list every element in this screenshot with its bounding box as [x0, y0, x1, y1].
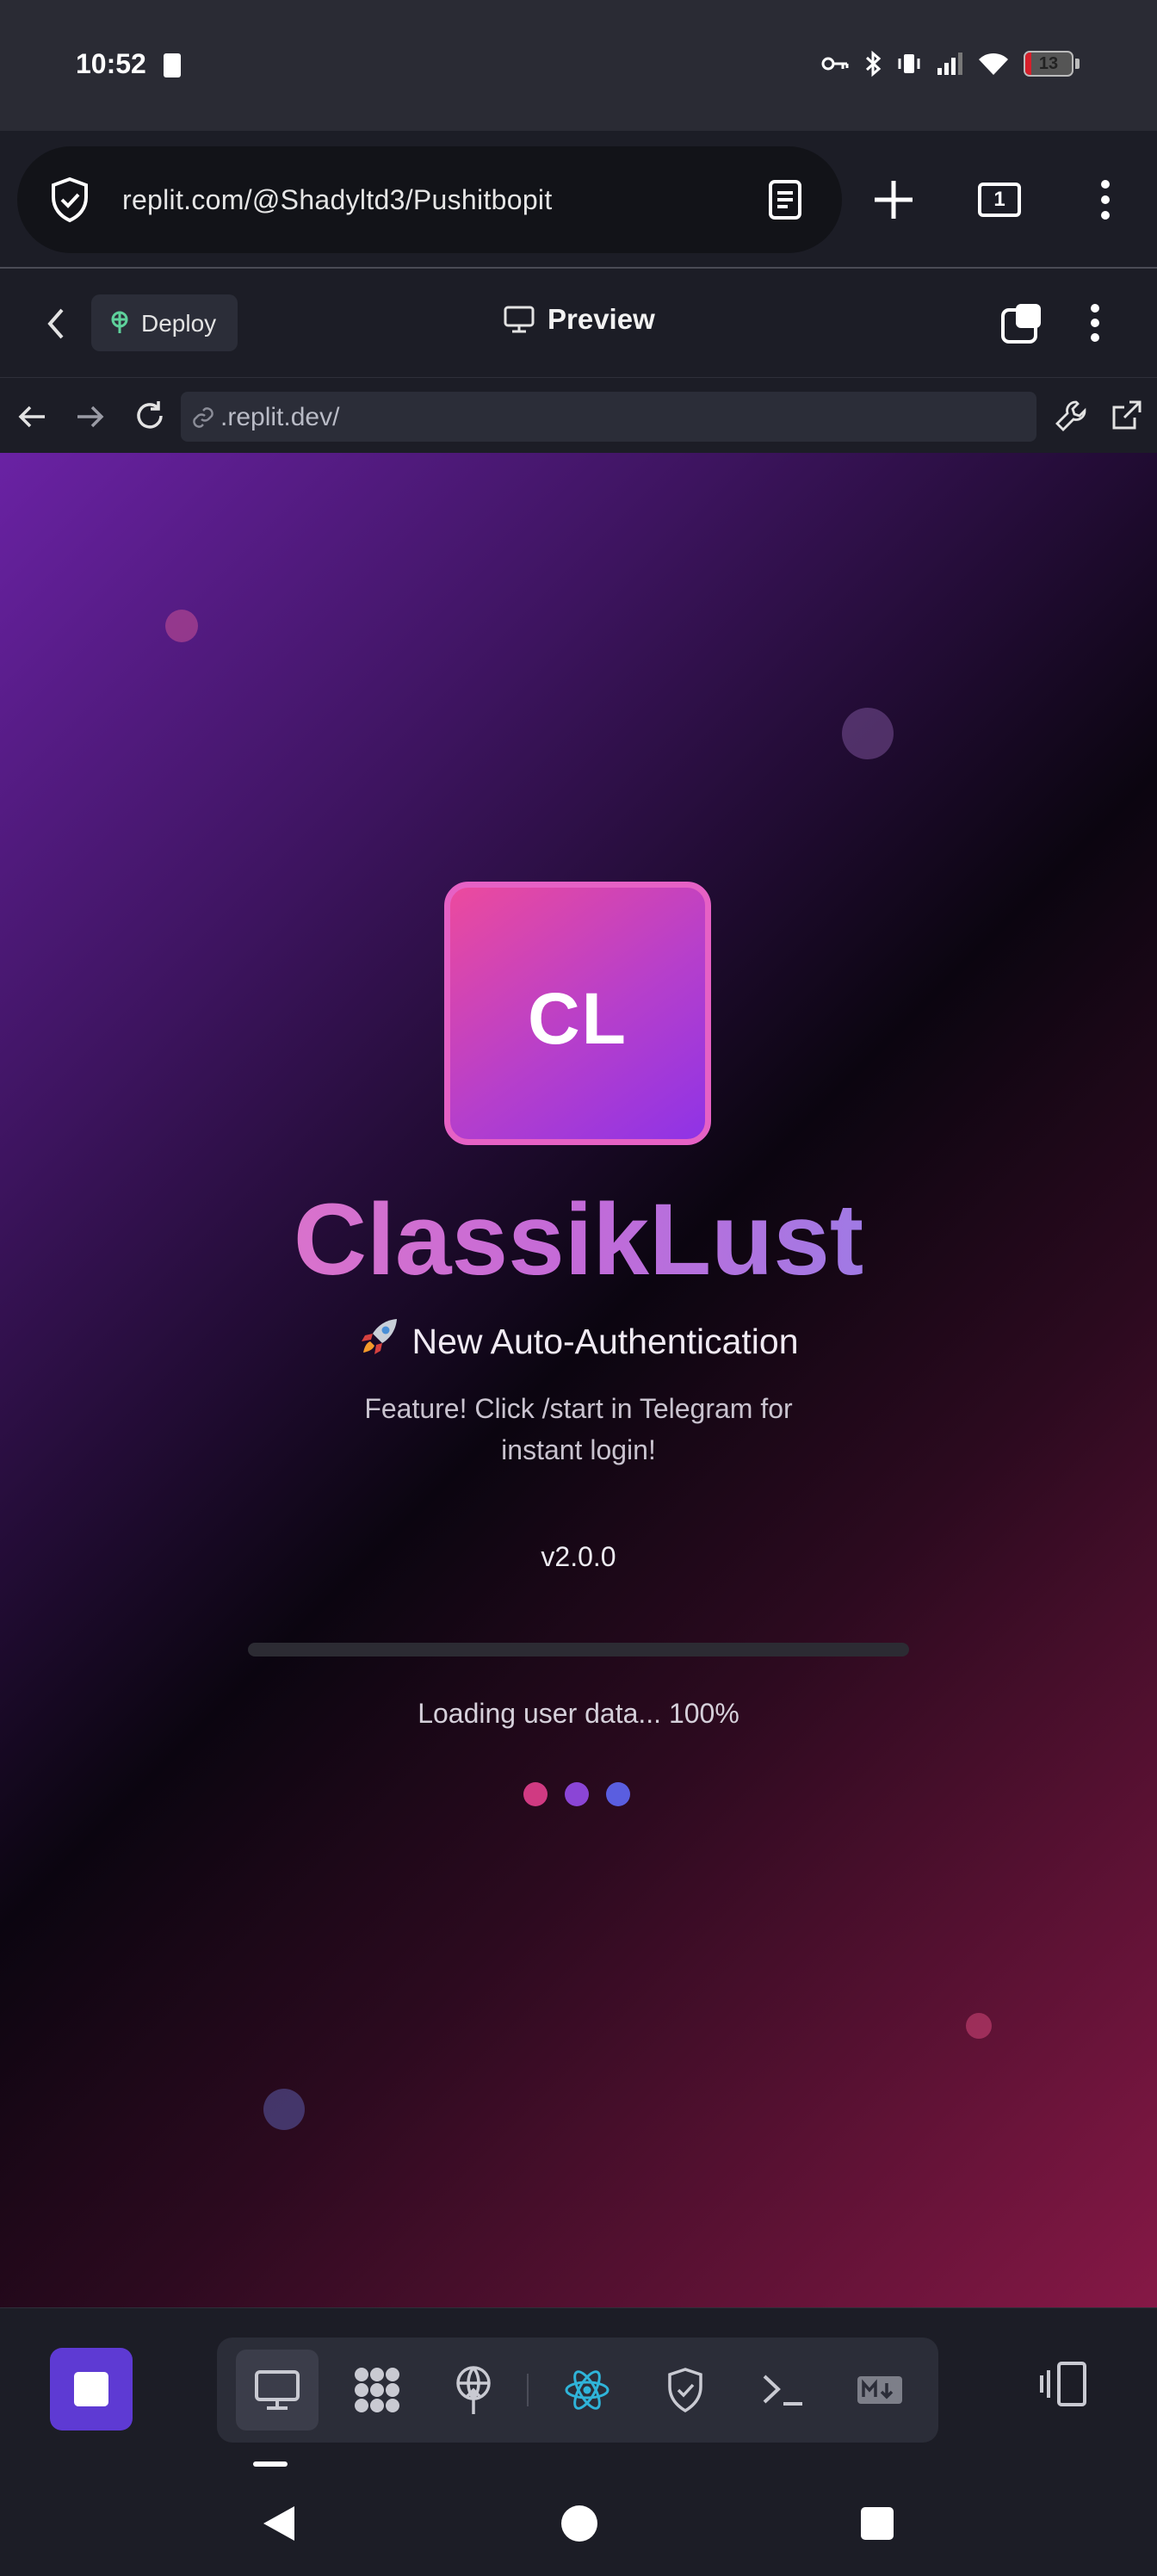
replit-header: Deploy Preview: [0, 269, 1157, 377]
decorative-dot: [966, 2013, 992, 2039]
reload-icon[interactable]: [133, 399, 167, 433]
wifi-icon: [979, 53, 1008, 75]
preview-icon: [255, 2370, 300, 2410]
tool-workflows[interactable]: [336, 2350, 418, 2430]
stop-icon: [74, 2372, 108, 2406]
preview-title: Preview: [503, 303, 655, 336]
app-preview: CL ClassikLust New Auto-Authentication F…: [0, 453, 1157, 2307]
preview-back-icon[interactable]: [17, 404, 46, 430]
open-in-new-tab-icon[interactable]: [1109, 399, 1143, 433]
browser-url[interactable]: replit.com/@Shadyltd3/Pushitbopit: [122, 184, 553, 216]
feature-heading-row: New Auto-Authentication: [0, 1316, 1157, 1362]
nav-back-icon[interactable]: [260, 2504, 298, 2543]
tool-react[interactable]: [546, 2350, 628, 2430]
battery-level: 13: [1038, 54, 1059, 73]
monitor-icon: [504, 306, 535, 333]
shield-check-icon[interactable]: [48, 176, 91, 224]
loading-dot: [523, 1782, 548, 1806]
feature-description: Feature! Click /start in Telegram for in…: [364, 1393, 793, 1465]
preview-url-text[interactable]: .replit.dev/: [220, 403, 339, 432]
loading-dot: [565, 1782, 589, 1806]
loading-dot: [606, 1782, 630, 1806]
decorative-dot: [263, 2089, 305, 2130]
tool-secrets[interactable]: [644, 2350, 727, 2430]
battery-charging-icon: [164, 53, 181, 77]
browser-menu-icon[interactable]: [1092, 177, 1119, 222]
key-icon: [821, 57, 849, 71]
feature-heading: New Auto-Authentication: [411, 1322, 799, 1361]
new-tab-icon[interactable]: [871, 177, 916, 222]
android-navigation-bar: [0, 2469, 1157, 2576]
preview-url-field[interactable]: .replit.dev/: [181, 392, 1036, 442]
secrets-icon: [668, 2368, 702, 2413]
battery-cap: [1075, 59, 1080, 69]
markdown-icon: [857, 2376, 902, 2404]
multi-window-icon[interactable]: [1000, 301, 1043, 344]
nav-home-icon[interactable]: [561, 2505, 597, 2542]
loading-progress-bar: [248, 1643, 909, 1656]
preview-url-bar: .replit.dev/: [0, 377, 1157, 453]
tool-shell[interactable]: [742, 2350, 825, 2430]
app-title: ClassikLust: [0, 1181, 1157, 1298]
tab-count-button[interactable]: 1: [978, 183, 1021, 217]
stop-button[interactable]: [50, 2348, 133, 2430]
app-logo: CL: [444, 882, 711, 1145]
bluetooth-icon: [865, 50, 882, 77]
version-label: v2.0.0: [541, 1541, 616, 1572]
tool-preview[interactable]: [236, 2350, 319, 2430]
tool-tabs: [217, 2338, 938, 2443]
toolbar-separator: [527, 2374, 529, 2406]
tool-deployments[interactable]: [432, 2350, 515, 2430]
app-logo-text: CL: [528, 978, 628, 1059]
nav-recents-icon[interactable]: [861, 2507, 894, 2540]
status-bar: 10:52 13: [0, 0, 1157, 131]
replit-bottom-toolbar: [0, 2307, 1157, 2469]
battery-icon: 13: [1024, 51, 1073, 77]
deploy-button[interactable]: Deploy: [91, 294, 238, 351]
wrench-icon[interactable]: [1054, 399, 1088, 433]
rocket-icon: [361, 1319, 397, 1354]
decorative-dot: [165, 610, 198, 642]
preview-label: Preview: [548, 303, 655, 335]
status-time: 10:52: [76, 48, 146, 79]
vibrate-icon: [898, 54, 920, 73]
deployments-icon: [456, 2366, 491, 2414]
status-icons: 13: [820, 50, 1080, 77]
react-icon: [565, 2370, 609, 2410]
back-icon[interactable]: [43, 305, 69, 343]
signal-icon: [937, 53, 962, 75]
tool-markdown[interactable]: [838, 2350, 921, 2430]
reader-mode-icon[interactable]: [768, 179, 802, 220]
active-tab-indicator: [253, 2461, 288, 2467]
deploy-icon: [111, 311, 128, 333]
loading-progress-fill: [248, 1643, 909, 1656]
workflows-icon: [355, 2368, 399, 2412]
deploy-label: Deploy: [141, 310, 217, 337]
more-options-icon[interactable]: [1086, 301, 1104, 344]
loading-status: Loading user data... 100%: [418, 1698, 739, 1729]
link-icon: [193, 407, 213, 428]
browser-address-bar[interactable]: replit.com/@Shadyltd3/Pushitbopit: [17, 146, 842, 253]
loading-dots: [523, 1782, 630, 1806]
preview-forward-icon[interactable]: [76, 404, 105, 430]
shell-icon: [763, 2375, 802, 2406]
panel-toggle-icon[interactable]: [1038, 2360, 1092, 2408]
decorative-dot: [842, 708, 894, 759]
